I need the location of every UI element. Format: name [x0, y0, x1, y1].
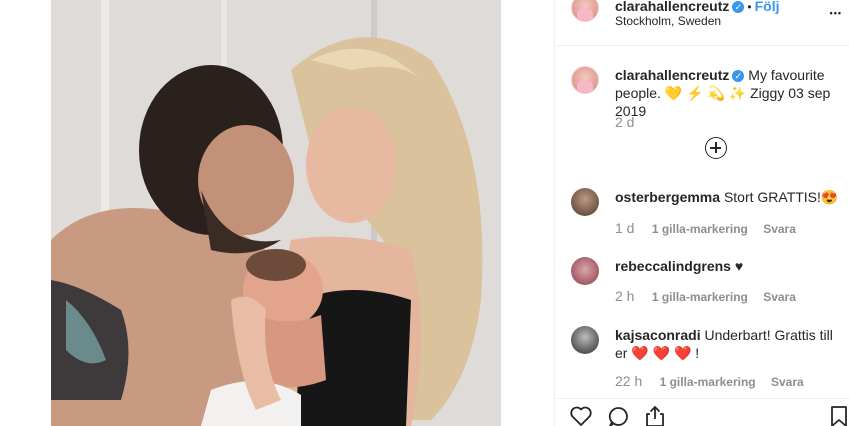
comment-icon[interactable]	[607, 405, 631, 426]
comment-username[interactable]: osterbergemma	[615, 189, 720, 205]
verified-icon: ✓	[732, 1, 745, 13]
location-link[interactable]: Stockholm, Sweden	[615, 14, 721, 28]
follow-button[interactable]: Följ	[755, 0, 780, 14]
author-avatar[interactable]	[571, 0, 599, 22]
comment-time[interactable]: 2 h	[615, 288, 634, 304]
comment-username[interactable]: rebeccalindgrens	[615, 258, 731, 274]
family-photo	[51, 0, 501, 426]
comment-likes[interactable]: 1 gilla-markering	[660, 375, 756, 389]
photo-gap	[501, 0, 554, 426]
caption-avatar[interactable]	[571, 66, 599, 94]
comment-meta: 2 h 1 gilla-markering Svara	[615, 288, 796, 304]
comment-item: osterbergemma Stort GRATTIS!😍	[615, 188, 847, 206]
comment-time[interactable]: 1 d	[615, 220, 634, 236]
post-header: clarahallencreutz ✓ • Följ Stockholm, Swede…	[555, 0, 849, 46]
comment-text: ♥	[734, 258, 744, 274]
commenter-avatar[interactable]	[571, 188, 599, 216]
comment-likes[interactable]: 1 gilla-markering	[652, 290, 748, 304]
verified-icon: ✓	[732, 70, 745, 82]
comment-time[interactable]: 22 h	[615, 373, 642, 389]
reply-button[interactable]: Svara	[763, 290, 796, 304]
caption-time[interactable]: 2 d	[615, 114, 634, 130]
post-photo[interactable]	[51, 0, 501, 426]
heart-icon[interactable]	[569, 405, 593, 426]
caption: clarahallencreutz ✓ My favourite people. …	[615, 66, 847, 120]
action-bar	[555, 398, 849, 426]
commenter-avatar[interactable]	[571, 257, 599, 285]
comment-text: Stort GRATTIS!😍	[723, 189, 839, 205]
author-username[interactable]: clarahallencreutz	[615, 0, 729, 14]
comment-meta: 1 d 1 gilla-markering Svara	[615, 220, 796, 236]
comment-meta: 22 h 1 gilla-markering Svara	[615, 373, 804, 389]
comment-likes[interactable]: 1 gilla-markering	[652, 222, 748, 236]
comment-item: rebeccalindgrens ♥	[615, 257, 847, 275]
more-options-icon[interactable]: •••	[830, 8, 842, 18]
share-icon[interactable]	[643, 405, 667, 426]
commenter-avatar[interactable]	[571, 326, 599, 354]
comment-username[interactable]: kajsaconradi	[615, 327, 701, 343]
reply-button[interactable]: Svara	[771, 375, 804, 389]
reply-button[interactable]: Svara	[763, 222, 796, 236]
separator-dot: •	[747, 0, 752, 14]
post-panel: clarahallencreutz ✓ • Följ Stockholm, Swede…	[554, 0, 849, 426]
load-more-comments-icon[interactable]	[705, 137, 727, 159]
left-margin	[0, 0, 51, 426]
comment-item: kajsaconradi Underbart! Grattis till er …	[615, 326, 847, 362]
bookmark-icon[interactable]	[829, 405, 849, 426]
caption-username[interactable]: clarahallencreutz	[615, 67, 729, 83]
